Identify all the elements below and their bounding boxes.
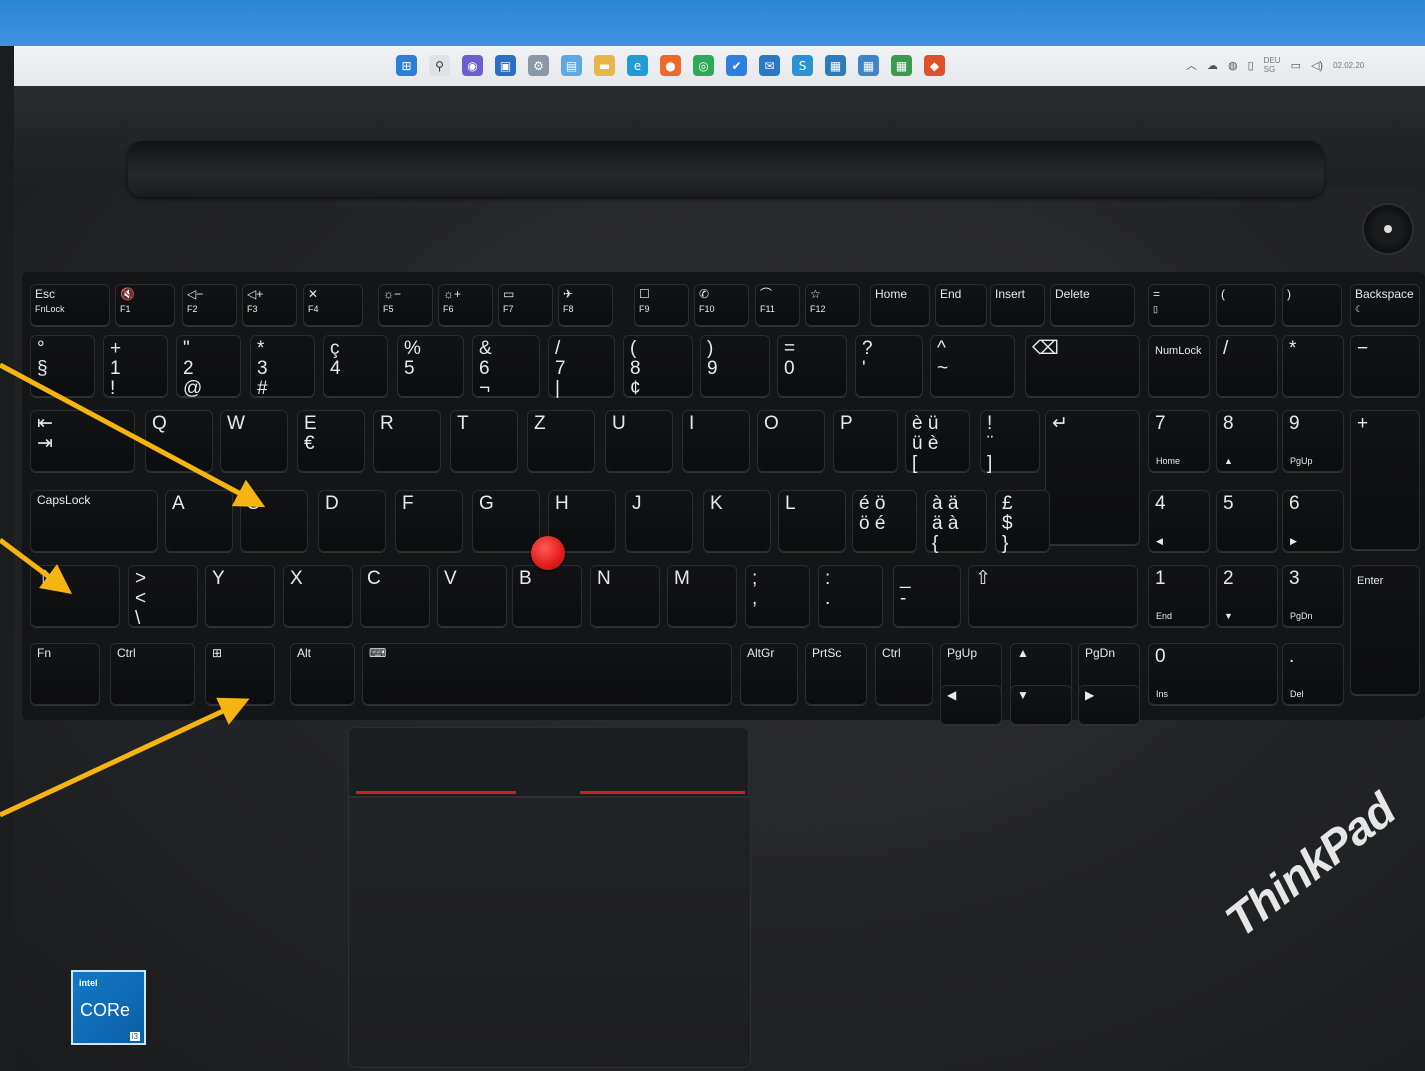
arrow-to-s-key: [0, 362, 266, 508]
laptop-photo: ⊞ ⚲ ◉ ▣ ⚙ ▤ ▬ e ● ◎ ✔ ✉ S ▦ ▦ ▦ ◆ ︿ ☁ ◍ …: [0, 0, 1425, 1071]
arrow-to-windows-key: [0, 697, 250, 818]
arrow-to-shift-key: [0, 538, 72, 594]
annotation-arrows: [0, 362, 266, 818]
